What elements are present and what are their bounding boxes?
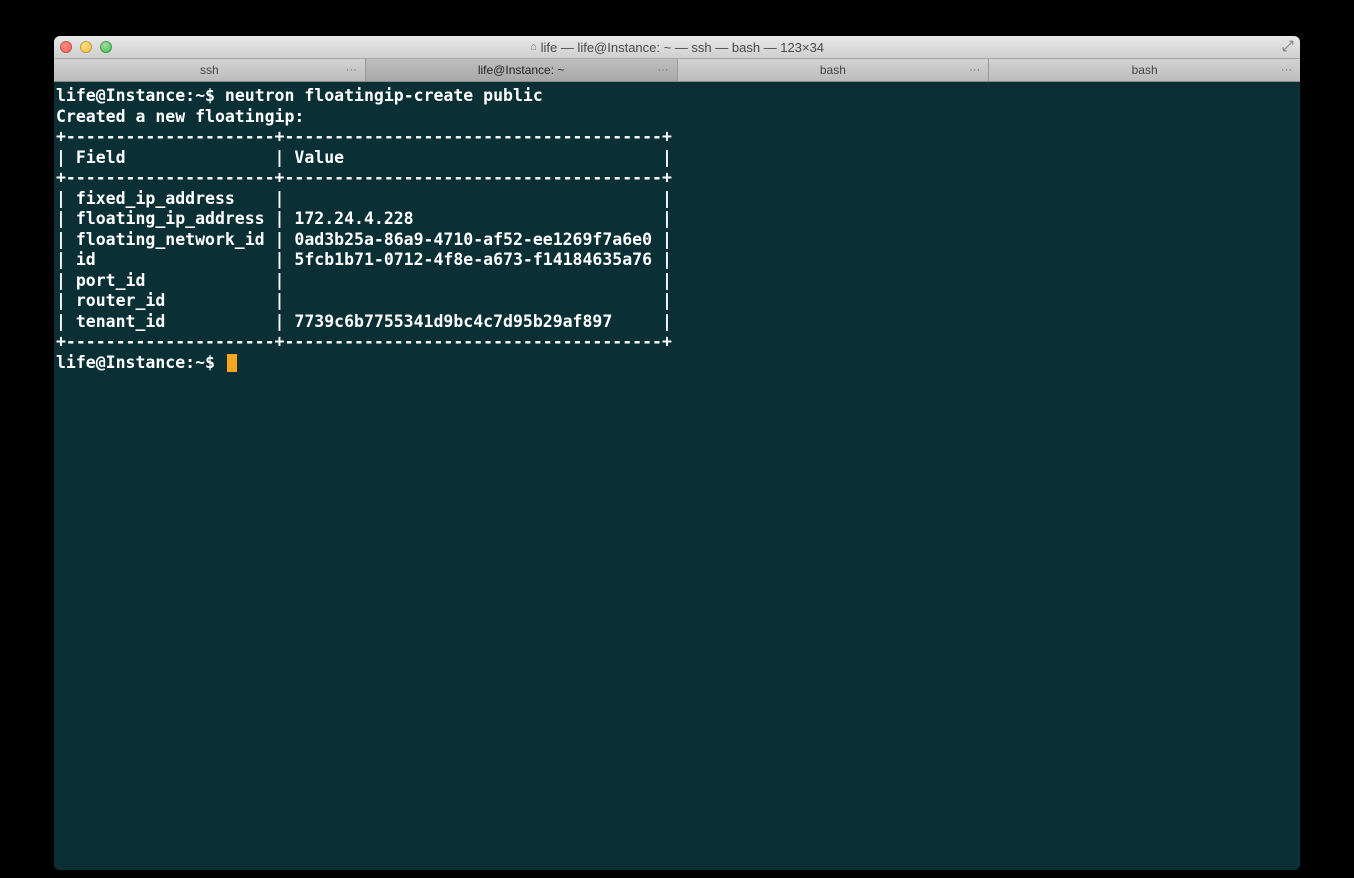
- cursor: [227, 354, 237, 372]
- tab-bash-1[interactable]: bash ···: [678, 59, 990, 81]
- zoom-button[interactable]: [100, 41, 112, 53]
- result-header: Created a new floatingip:: [56, 107, 304, 126]
- tab-bash-2[interactable]: bash ···: [989, 59, 1300, 81]
- tab-label: life@Instance: ~: [478, 63, 565, 77]
- table-header: | Field | Value |: [56, 148, 672, 167]
- traffic-lights: [60, 41, 112, 53]
- table-border: +---------------------+-----------------…: [56, 168, 672, 187]
- table-row: | id | 5fcb1b71-0712-4f8e-a673-f14184635…: [56, 250, 672, 269]
- terminal-viewport[interactable]: life@Instance:~$ neutron floatingip-crea…: [54, 82, 1300, 870]
- home-icon: ⌂: [530, 41, 537, 53]
- window-title: ⌂ life — life@Instance: ~ — ssh — bash —…: [54, 40, 1300, 55]
- shell-prompt: life@Instance:~$: [56, 353, 225, 372]
- table-row: | router_id | |: [56, 291, 672, 310]
- tab-label: bash: [820, 63, 846, 77]
- terminal-window: ⌂ life — life@Instance: ~ — ssh — bash —…: [54, 36, 1300, 870]
- close-button[interactable]: [60, 41, 72, 53]
- tab-life-instance[interactable]: life@Instance: ~ ···: [366, 59, 678, 81]
- table-border: +---------------------+-----------------…: [56, 127, 672, 146]
- minimize-button[interactable]: [80, 41, 92, 53]
- tabbar: ssh ··· life@Instance: ~ ··· bash ··· ba…: [54, 59, 1300, 82]
- tab-ssh[interactable]: ssh ···: [54, 59, 366, 81]
- shell-command: neutron floatingip-create public: [225, 86, 543, 105]
- window-title-text: life — life@Instance: ~ — ssh — bash — 1…: [541, 40, 824, 55]
- tab-menu-icon[interactable]: ···: [346, 64, 357, 76]
- table-border: +---------------------+-----------------…: [56, 332, 672, 351]
- table-row: | floating_ip_address | 172.24.4.228 |: [56, 209, 672, 228]
- terminal-content[interactable]: life@Instance:~$ neutron floatingip-crea…: [56, 86, 1298, 373]
- tab-menu-icon[interactable]: ···: [1281, 64, 1292, 76]
- expand-icon[interactable]: [1282, 40, 1294, 52]
- tab-label: bash: [1132, 63, 1158, 77]
- table-row: | fixed_ip_address | |: [56, 189, 672, 208]
- tab-menu-icon[interactable]: ···: [658, 64, 669, 76]
- titlebar: ⌂ life — life@Instance: ~ — ssh — bash —…: [54, 36, 1300, 59]
- tab-menu-icon[interactable]: ···: [969, 64, 980, 76]
- table-row: | port_id | |: [56, 271, 672, 290]
- table-row: | floating_network_id | 0ad3b25a-86a9-47…: [56, 230, 672, 249]
- shell-prompt: life@Instance:~$: [56, 86, 225, 105]
- table-row: | tenant_id | 7739c6b7755341d9bc4c7d95b2…: [56, 312, 672, 331]
- tab-label: ssh: [200, 63, 219, 77]
